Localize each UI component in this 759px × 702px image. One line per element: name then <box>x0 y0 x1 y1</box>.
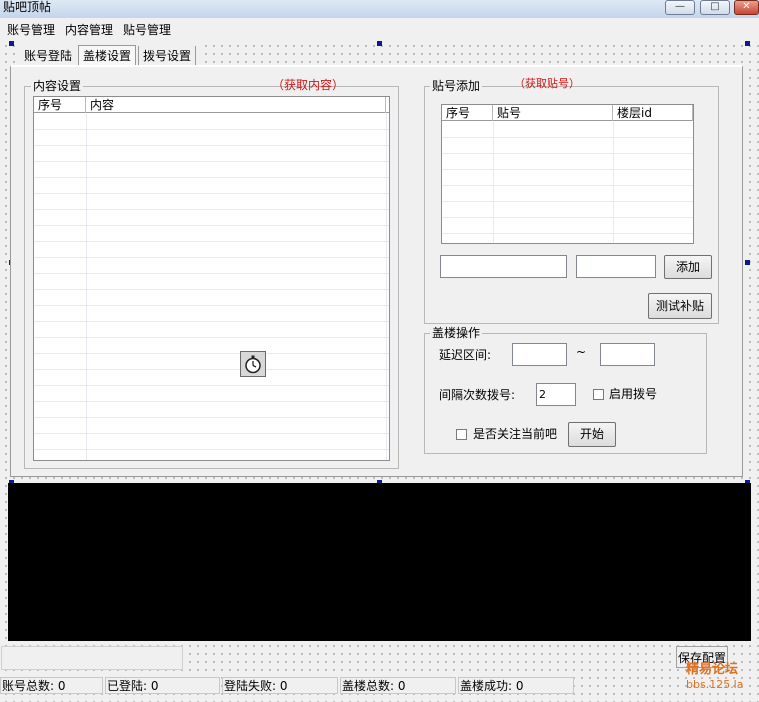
tab-build-settings[interactable]: 盖楼设置 <box>78 45 136 66</box>
test-repost-button[interactable]: 测试补贴 <box>648 293 712 319</box>
content-rows <box>34 114 389 460</box>
status-account-total: 账号总数: 0 <box>0 677 103 694</box>
post-rows <box>442 122 693 243</box>
column-header-content[interactable]: 内容 <box>86 97 386 113</box>
floor-id-input[interactable] <box>576 255 656 278</box>
minimize-button[interactable]: — <box>665 0 695 15</box>
follow-bar-checkbox[interactable] <box>456 429 467 440</box>
status-text-box <box>1 646 183 670</box>
delay-range-label: 延迟区间: <box>439 348 492 362</box>
close-button[interactable]: ✕ <box>734 0 759 15</box>
enable-dial-label: 启用拨号 <box>609 387 658 401</box>
build-operation-title: 盖楼操作 <box>430 326 483 340</box>
start-button[interactable]: 开始 <box>568 422 616 447</box>
title-bar: 贴吧顶帖 — □ ✕ <box>0 0 759 18</box>
menu-content-manage[interactable]: 内容管理 <box>65 22 113 38</box>
enable-dial-checkbox[interactable] <box>593 389 604 400</box>
column-header-post-id[interactable]: 贴号 <box>493 105 613 121</box>
column-divider <box>386 114 387 460</box>
selection-handle[interactable] <box>745 260 750 265</box>
selection-handle[interactable] <box>745 41 750 46</box>
range-separator: ~ <box>576 345 587 359</box>
post-id-input[interactable] <box>440 255 567 278</box>
dial-interval-label: 间隔次数拨号: <box>439 388 516 402</box>
watermark-logo: 精易论坛 bbs.125.la <box>686 662 756 698</box>
fetch-post-link[interactable]: （获取贴号） <box>514 77 580 91</box>
column-divider <box>493 122 494 243</box>
status-build-success: 盖楼成功: 0 <box>458 677 574 694</box>
column-header-index[interactable]: 序号 <box>442 105 493 121</box>
selection-handle[interactable] <box>9 41 14 46</box>
window-title: 贴吧顶帖 <box>3 0 52 14</box>
follow-bar-label: 是否关注当前吧 <box>473 427 558 441</box>
watermark-line-1: 精易论坛 <box>686 662 739 677</box>
add-button[interactable]: 添加 <box>664 255 712 279</box>
post-add-title: 贴号添加 <box>430 79 483 93</box>
menu-account-manage[interactable]: 账号管理 <box>7 22 55 38</box>
fetch-content-link[interactable]: （获取内容） <box>272 78 344 92</box>
menu-bar: 账号管理 内容管理 贴号管理 <box>0 18 759 40</box>
menu-post-manage[interactable]: 贴号管理 <box>123 22 171 38</box>
stopwatch-icon <box>245 355 261 374</box>
dial-interval-input[interactable]: 2 <box>536 383 576 406</box>
tab-dial-settings[interactable]: 拨号设置 <box>138 46 196 66</box>
status-build-total: 盖楼总数: 0 <box>340 677 456 694</box>
delay-max-input[interactable] <box>600 343 655 366</box>
content-list[interactable]: 序号 内容 <box>33 96 390 461</box>
column-divider <box>86 114 87 460</box>
selection-handle[interactable] <box>377 41 382 46</box>
column-header-floor-id[interactable]: 楼层id <box>613 105 693 121</box>
content-settings-title: 内容设置 <box>31 79 84 93</box>
delay-min-input[interactable] <box>512 343 567 366</box>
maximize-button[interactable]: □ <box>700 0 730 15</box>
content-list-header: 序号 内容 <box>34 97 389 113</box>
status-logged-in: 已登陆: 0 <box>105 677 220 694</box>
log-console[interactable] <box>8 483 751 641</box>
tab-account-login[interactable]: 账号登陆 <box>20 46 76 66</box>
column-header-index[interactable]: 序号 <box>34 97 86 113</box>
column-divider <box>613 122 614 243</box>
watermark-line-2: bbs.125.la <box>686 678 744 691</box>
timer-icon[interactable] <box>240 351 266 377</box>
status-login-failed: 登陆失败: 0 <box>222 677 338 694</box>
post-list-header: 序号 贴号 楼层id <box>442 105 693 121</box>
post-list[interactable]: 序号 贴号 楼层id <box>441 104 694 244</box>
